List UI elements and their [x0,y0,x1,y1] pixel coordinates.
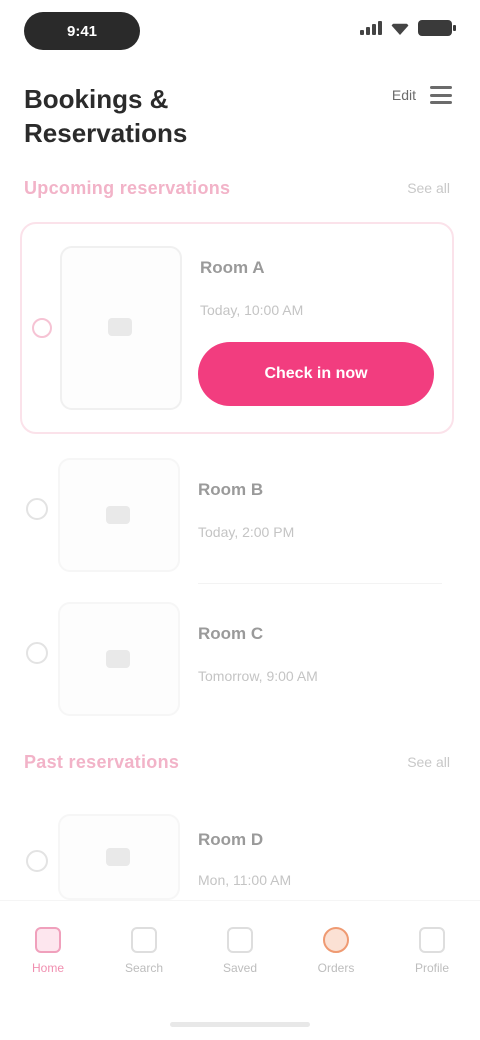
item-thumbnail [58,458,180,572]
item-title: Room A [200,258,265,277]
header: Bookings & Reservations Edit [24,82,456,150]
list-item[interactable]: Room C Tomorrow, 9:00 AM [20,598,450,728]
image-placeholder-icon [106,506,130,524]
home-icon [35,927,61,953]
item-subtitle: Today, 10:00 AM [200,302,304,318]
search-icon [131,927,157,953]
item-subtitle: Mon, 11:00 AM [198,872,292,888]
profile-icon [419,927,445,953]
wifi-icon [390,23,410,35]
nav-home[interactable]: Home [8,927,88,975]
status-icons [360,20,456,36]
select-radio[interactable] [26,850,48,872]
nav-label: Orders [317,961,355,975]
status-bar: 9:41 [0,0,480,64]
page-title: Bookings & Reservations [24,84,188,148]
item-title: Room D [198,830,264,849]
item-thumbnail [60,246,182,410]
section-title: Upcoming reservations [24,178,231,198]
nav-search[interactable]: Search [104,927,184,975]
status-time: 9:41 [24,12,140,50]
section-title: Past reservations [24,752,180,772]
check-in-button[interactable]: Check in now [198,342,434,406]
battery-icon [418,20,456,36]
edit-link[interactable]: Edit [392,87,416,103]
nav-label: Profile [414,961,449,975]
select-radio[interactable] [32,318,52,338]
divider [198,583,442,584]
nav-orders[interactable]: Orders [296,927,376,975]
bookmark-icon [227,927,253,953]
item-subtitle: Today, 2:00 PM [198,524,295,540]
nav-saved[interactable]: Saved [200,927,280,975]
item-thumbnail [58,602,180,716]
menu-icon[interactable] [430,86,452,104]
item-title: Room B [198,480,264,499]
orders-icon [323,927,349,953]
nav-label: Home [31,961,64,975]
bottom-nav: Home Search Saved Orders Profile [0,900,480,1001]
signal-icon [360,21,382,35]
section-past-header: Past reservations See all [24,752,456,776]
image-placeholder-icon [106,650,130,668]
item-title: Room C [198,624,264,643]
home-indicator [170,1022,310,1027]
see-all-link[interactable]: See all [407,180,450,196]
image-placeholder-icon [106,848,130,866]
select-radio[interactable] [26,498,48,520]
nav-label: Search [124,961,164,975]
item-thumbnail [58,814,180,900]
section-upcoming-header: Upcoming reservations See all [24,178,456,202]
list-item[interactable]: Room D Mon, 11:00 AM [20,810,450,900]
item-subtitle: Tomorrow, 9:00 AM [198,668,318,684]
select-radio[interactable] [26,642,48,664]
see-all-link[interactable]: See all [407,754,450,770]
list-item[interactable]: Room B Today, 2:00 PM [20,454,450,584]
nav-label: Saved [222,961,258,975]
header-actions: Edit [392,86,452,104]
nav-profile[interactable]: Profile [392,927,472,975]
image-placeholder-icon [108,318,132,336]
featured-reservation-card[interactable]: Room A Today, 10:00 AM Check in now [20,222,454,434]
